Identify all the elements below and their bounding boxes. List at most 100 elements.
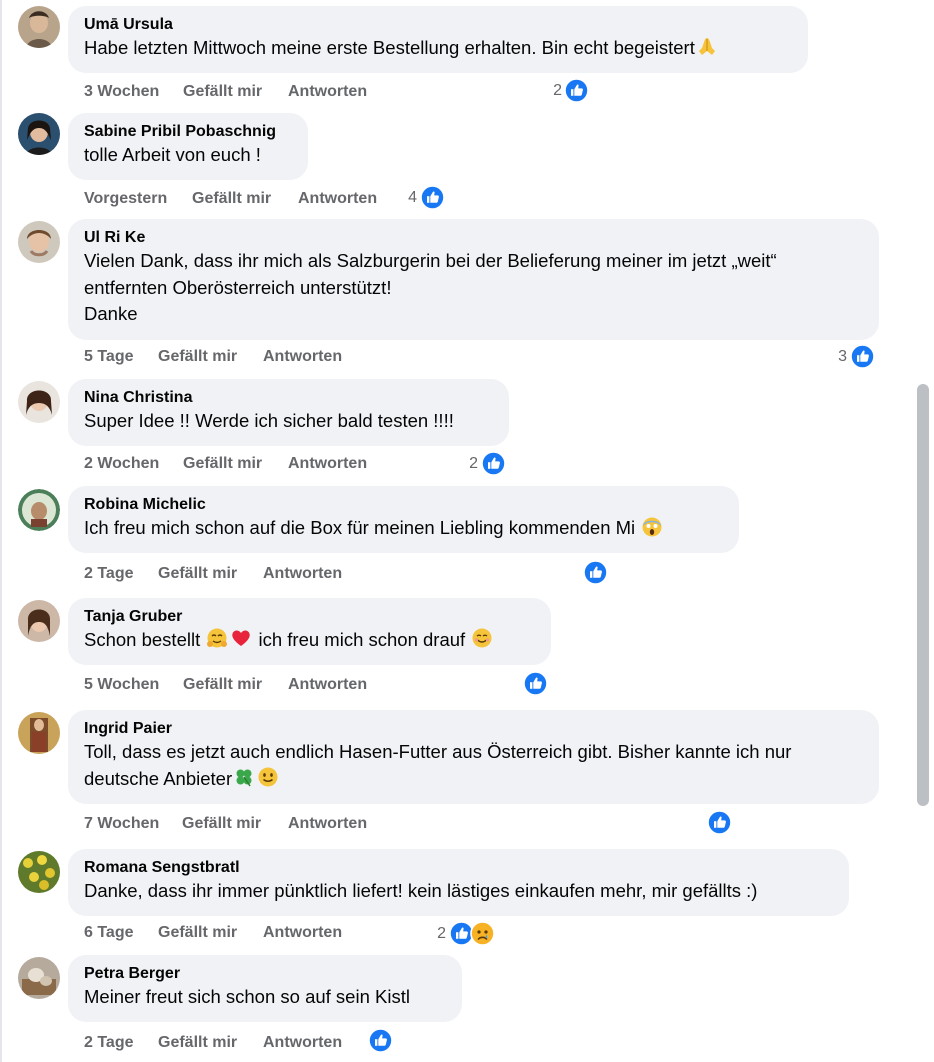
- comment-author[interactable]: Ingrid Paier: [84, 719, 863, 739]
- reply-button[interactable]: Antworten: [263, 562, 342, 586]
- comment-author[interactable]: Sabine Pribil Pobaschnig: [84, 122, 292, 142]
- avatar[interactable]: [18, 6, 60, 48]
- comment-timestamp[interactable]: 2 Tage: [84, 562, 134, 586]
- folded-hands-emoji: [696, 35, 718, 65]
- four-leaf-clover-emoji: [233, 766, 255, 796]
- avatar[interactable]: [18, 221, 60, 263]
- reaction-count: 2: [553, 82, 562, 99]
- reply-button[interactable]: Antworten: [288, 673, 367, 697]
- scrollbar-thumb[interactable]: [917, 384, 929, 806]
- comment-actions: 6 Tage Gefällt mir Antworten: [84, 921, 404, 945]
- comment-timestamp[interactable]: 2 Wochen: [84, 452, 159, 476]
- page-edge: [0, 0, 2, 1062]
- comment-text-container: Habe letzten Mittwoch meine erste Bestel…: [84, 35, 792, 65]
- comment-timestamp[interactable]: 3 Wochen: [84, 80, 159, 104]
- comment-text: Ich freu mich schon auf die Box für mein…: [84, 517, 636, 538]
- comment-bubble: Petra Berger Meiner freut sich schon so …: [68, 955, 462, 1022]
- comment-text: Super Idee !! Werde ich sicher bald test…: [84, 410, 454, 431]
- comment-bubble: Nina Christina Super Idee !! Werde ich s…: [68, 379, 509, 446]
- reaction-count: 3: [838, 348, 847, 365]
- comment-text: Danke, dass ihr immer pünktlich liefert!…: [84, 880, 758, 901]
- comment-text: Toll, dass es jetzt auch endlich Hasen-F…: [84, 741, 797, 789]
- avatar[interactable]: [18, 600, 60, 642]
- like-icon: [523, 671, 548, 696]
- reply-button[interactable]: Antworten: [288, 812, 367, 836]
- avatar[interactable]: [18, 381, 60, 423]
- like-button[interactable]: Gefällt mir: [158, 921, 237, 945]
- comment-text-part: Schon bestellt: [84, 629, 201, 650]
- like-button[interactable]: Gefällt mir: [183, 673, 262, 697]
- comment-bubble: Robina Michelic Ich freu mich schon auf …: [68, 486, 739, 553]
- comment-author[interactable]: Ul Ri Ke: [84, 228, 863, 248]
- red-heart-emoji: [230, 627, 252, 657]
- reaction-count: 2: [437, 925, 446, 942]
- like-icon: [850, 344, 875, 369]
- comment-bubble: Sabine Pribil Pobaschnig tolle Arbeit vo…: [68, 113, 308, 180]
- reaction-summary[interactable]: [368, 1028, 398, 1054]
- reaction-summary[interactable]: 4: [400, 185, 450, 211]
- like-icon: [481, 451, 506, 476]
- screaming-face-emoji: [641, 515, 663, 545]
- comment-author[interactable]: Petra Berger: [84, 964, 446, 984]
- reaction-count: 2: [469, 455, 478, 472]
- comment-actions: 2 Wochen Gefällt mir Antworten: [84, 452, 404, 476]
- avatar[interactable]: [18, 113, 60, 155]
- like-icon: [707, 810, 732, 835]
- comment-text-part: ich freu mich schon drauf: [258, 629, 466, 650]
- comment-timestamp[interactable]: 6 Tage: [84, 921, 134, 945]
- comment-actions: 2 Tage Gefällt mir Antworten: [84, 1031, 404, 1055]
- comment-author[interactable]: Tanja Gruber: [84, 607, 535, 627]
- comment-timestamp[interactable]: 5 Tage: [84, 345, 134, 369]
- comment-text: Vielen Dank, dass ihr mich als Salzburge…: [84, 250, 777, 324]
- reply-button[interactable]: Antworten: [288, 80, 367, 104]
- comment-actions: 5 Wochen Gefällt mir Antworten: [84, 673, 404, 697]
- slightly-smiling-face-emoji: [257, 766, 279, 796]
- reaction-summary[interactable]: [583, 560, 613, 586]
- comment-bubble: Ul Ri Ke Vielen Dank, dass ihr mich als …: [68, 219, 879, 340]
- comment-timestamp[interactable]: 2 Tage: [84, 1031, 134, 1055]
- reaction-summary[interactable]: 2: [420, 921, 500, 947]
- avatar[interactable]: [18, 712, 60, 754]
- like-icon: [564, 78, 589, 103]
- comment-author[interactable]: Romana Sengstbratl: [84, 858, 833, 878]
- comment-text-container: Schon bestellt ich freu mich schon drauf: [84, 627, 535, 657]
- like-icon: [368, 1028, 393, 1053]
- comment-timestamp[interactable]: 5 Wochen: [84, 673, 159, 697]
- comment-author[interactable]: Robina Michelic: [84, 495, 723, 515]
- comment-author[interactable]: Nina Christina: [84, 388, 493, 408]
- comment-actions: 5 Tage Gefällt mir Antworten: [84, 345, 404, 369]
- comment-author[interactable]: Umā Ursula: [84, 15, 792, 35]
- reaction-summary[interactable]: 2: [455, 451, 505, 477]
- like-button[interactable]: Gefällt mir: [192, 187, 271, 211]
- sad-face-icon: [470, 921, 495, 946]
- comment-text: tolle Arbeit von euch !: [84, 144, 261, 165]
- comment-timestamp[interactable]: Vorgestern: [84, 187, 167, 211]
- comment-timestamp[interactable]: 7 Wochen: [84, 812, 159, 836]
- like-button[interactable]: Gefällt mir: [158, 1031, 237, 1055]
- comment-bubble: Romana Sengstbratl Danke, dass ihr immer…: [68, 849, 849, 916]
- comment-actions: Vorgestern Gefällt mir Antworten: [84, 187, 404, 211]
- avatar[interactable]: [18, 489, 60, 531]
- like-button[interactable]: Gefällt mir: [183, 452, 262, 476]
- reply-button[interactable]: Antworten: [263, 921, 342, 945]
- reply-button[interactable]: Antworten: [298, 187, 377, 211]
- reply-button[interactable]: Antworten: [288, 452, 367, 476]
- comment-actions: 2 Tage Gefällt mir Antworten: [84, 562, 404, 586]
- reply-button[interactable]: Antworten: [263, 1031, 342, 1055]
- avatar[interactable]: [18, 851, 60, 893]
- reaction-summary[interactable]: 2: [540, 78, 600, 104]
- avatar[interactable]: [18, 957, 60, 999]
- smiling-face-emoji: [471, 627, 493, 657]
- reply-button[interactable]: Antworten: [263, 345, 342, 369]
- comment-actions: 3 Wochen Gefällt mir Antworten: [84, 80, 604, 104]
- like-button[interactable]: Gefällt mir: [158, 345, 237, 369]
- comment-bubble: Umā Ursula Habe letzten Mittwoch meine e…: [68, 6, 808, 73]
- like-icon: [583, 560, 608, 585]
- like-button[interactable]: Gefällt mir: [158, 562, 237, 586]
- like-button[interactable]: Gefällt mir: [182, 812, 261, 836]
- reaction-summary[interactable]: [707, 810, 737, 836]
- reaction-summary[interactable]: 3: [826, 344, 876, 370]
- reaction-summary[interactable]: [523, 671, 553, 697]
- like-button[interactable]: Gefällt mir: [183, 80, 262, 104]
- comment-text: Habe letzten Mittwoch meine erste Bestel…: [84, 37, 695, 58]
